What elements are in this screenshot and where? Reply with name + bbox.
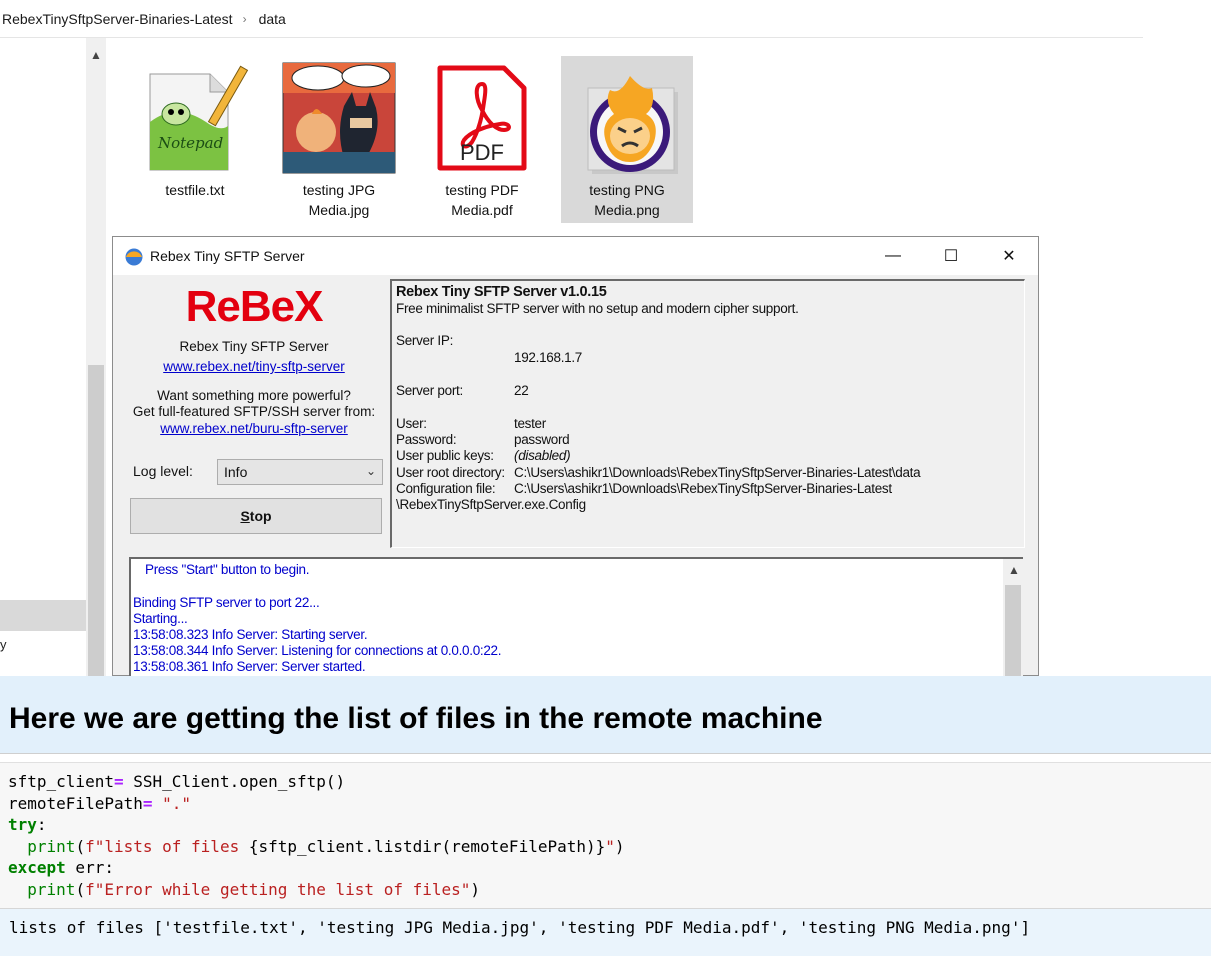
info-subheading: Free minimalist SFTP server with no setu…	[396, 301, 799, 316]
password-label: Password:	[396, 432, 457, 447]
minimize-button[interactable]: —	[864, 237, 922, 275]
logo-text: ReBeX	[186, 282, 323, 329]
cell-heading: Here we are getting the list of files in…	[9, 702, 823, 735]
server-ip-value: 192.168.1.7	[514, 350, 583, 365]
svg-text:PDF: PDF	[460, 140, 504, 165]
close-button[interactable]: ✕	[980, 237, 1038, 275]
log-line: Press "Start" button to begin.	[145, 562, 310, 577]
product-name: Rebex Tiny SFTP Server	[179, 339, 329, 354]
window-title: Rebex Tiny SFTP Server	[150, 248, 305, 264]
code-cell[interactable]: sftp_client= SSH_Client.open_sftp() remo…	[0, 762, 1211, 909]
nav-scrollbar[interactable]: ▲	[86, 38, 106, 676]
file-name-line2: Media.png	[594, 202, 660, 218]
config-label: Configuration file:	[396, 481, 496, 496]
user-label: User:	[396, 416, 427, 431]
public-keys-label: User public keys:	[396, 448, 494, 463]
notepad-plus-plus-icon: Notepad	[136, 62, 254, 174]
cell-output: lists of files ['testfile.txt', 'testing…	[0, 908, 1211, 956]
svg-text:Notepad: Notepad	[157, 134, 223, 152]
rebex-app-icon	[125, 248, 143, 266]
server-port-label: Server port:	[396, 383, 463, 398]
log-output[interactable]: Press "Start" button to begin. Binding S…	[129, 557, 1023, 677]
scrollbar-thumb[interactable]	[1005, 585, 1021, 677]
chevron-down-icon: ⌄	[365, 464, 376, 478]
stop-button[interactable]: Stop	[130, 498, 382, 534]
scrollbar-thumb[interactable]	[88, 365, 104, 676]
promo-line-1: Want something more powerful?	[157, 388, 351, 403]
stop-accelerator: S	[240, 508, 250, 524]
file-item-pdf[interactable]: PDF testing PDF Media.pdf	[416, 56, 548, 223]
stop-label: top	[249, 508, 272, 524]
log-scrollbar[interactable]: ▲	[1003, 559, 1023, 677]
chevron-right-icon: ›	[242, 11, 247, 26]
markdown-cell[interactable]: Here we are getting the list of files in…	[0, 676, 1211, 754]
promo-line-2: Get full-featured SFTP/SSH server from:	[132, 404, 376, 419]
comic-image-thumbnail	[280, 62, 398, 174]
maximize-button[interactable]: ☐	[922, 237, 980, 275]
user-value: tester	[514, 416, 546, 431]
nav-selected-item[interactable]	[0, 600, 86, 631]
file-item-testfile[interactable]: Notepad testfile.txt	[129, 56, 261, 223]
server-ip-label: Server IP:	[396, 333, 454, 348]
output-text: lists of files ['testfile.txt', 'testing…	[9, 918, 1031, 937]
breadcrumb-item-root[interactable]: RebexTinySftpServer-Binaries-Latest	[0, 11, 233, 27]
public-keys-value: (disabled)	[514, 448, 571, 463]
file-name: testing PDF	[445, 182, 519, 198]
root-dir-label: User root directory:	[396, 465, 505, 480]
log-line: Starting...	[133, 611, 188, 626]
product-link[interactable]: www.rebex.net/tiny-sftp-server	[163, 359, 345, 374]
file-name-line2: Media.jpg	[308, 202, 370, 218]
file-name: testing JPG	[302, 182, 376, 198]
scroll-up-icon[interactable]: ▲	[1008, 563, 1020, 577]
log-line: 13:58:08.361 Info Server: Server started…	[133, 659, 366, 674]
breadcrumb: RebexTinySftpServer-Binaries-Latest › da…	[0, 0, 1143, 38]
info-heading: Rebex Tiny SFTP Server v1.0.15	[396, 284, 607, 300]
file-name: testfile.txt	[165, 182, 225, 198]
png-image-thumbnail	[568, 62, 686, 174]
log-line: Binding SFTP server to port 22...	[133, 595, 320, 610]
scroll-up-icon[interactable]: ▲	[90, 48, 102, 62]
log-level-value: Info	[224, 464, 248, 480]
log-line: 13:58:08.344 Info Server: Listening for …	[133, 643, 502, 658]
server-port-value: 22	[514, 383, 529, 398]
config-value: C:\Users\ashikr1\Downloads\RebexTinySftp…	[514, 481, 892, 496]
log-level-select[interactable]: Info ⌄	[217, 459, 383, 485]
breadcrumb-item-data[interactable]: data	[257, 11, 286, 27]
log-level-label: Log level:	[133, 463, 193, 479]
file-item-jpg[interactable]: testing JPG Media.jpg	[273, 56, 405, 223]
window-titlebar[interactable]: Rebex Tiny SFTP Server — ☐ ✕	[113, 237, 1038, 275]
rebex-logo: ReBeX	[119, 281, 389, 329]
file-item-png[interactable]: testing PNG Media.png	[561, 56, 693, 223]
pdf-icon: PDF	[423, 62, 541, 174]
file-name-line2: Media.pdf	[451, 202, 513, 218]
code-source[interactable]: sftp_client= SSH_Client.open_sftp() remo…	[8, 771, 625, 901]
root-dir-value: C:\Users\ashikr1\Downloads\RebexTinySftp…	[514, 465, 921, 480]
password-value: password	[514, 432, 570, 447]
rebex-window[interactable]: Rebex Tiny SFTP Server — ☐ ✕ ReBeX Rebex…	[112, 236, 1039, 677]
server-info-panel: Rebex Tiny SFTP Server v1.0.15 Free mini…	[390, 279, 1025, 548]
promo-link[interactable]: www.rebex.net/buru-sftp-server	[160, 421, 348, 436]
file-name: testing PNG	[589, 182, 665, 198]
control-panel: ReBeX Rebex Tiny SFTP Server www.rebex.n…	[119, 281, 389, 546]
config-value-line2: \RebexTinySftpServer.exe.Config	[396, 497, 586, 512]
navigation-pane[interactable]	[0, 38, 86, 676]
log-line: 13:58:08.323 Info Server: Starting serve…	[133, 627, 368, 642]
nav-item-text-fragment: y	[0, 637, 7, 652]
